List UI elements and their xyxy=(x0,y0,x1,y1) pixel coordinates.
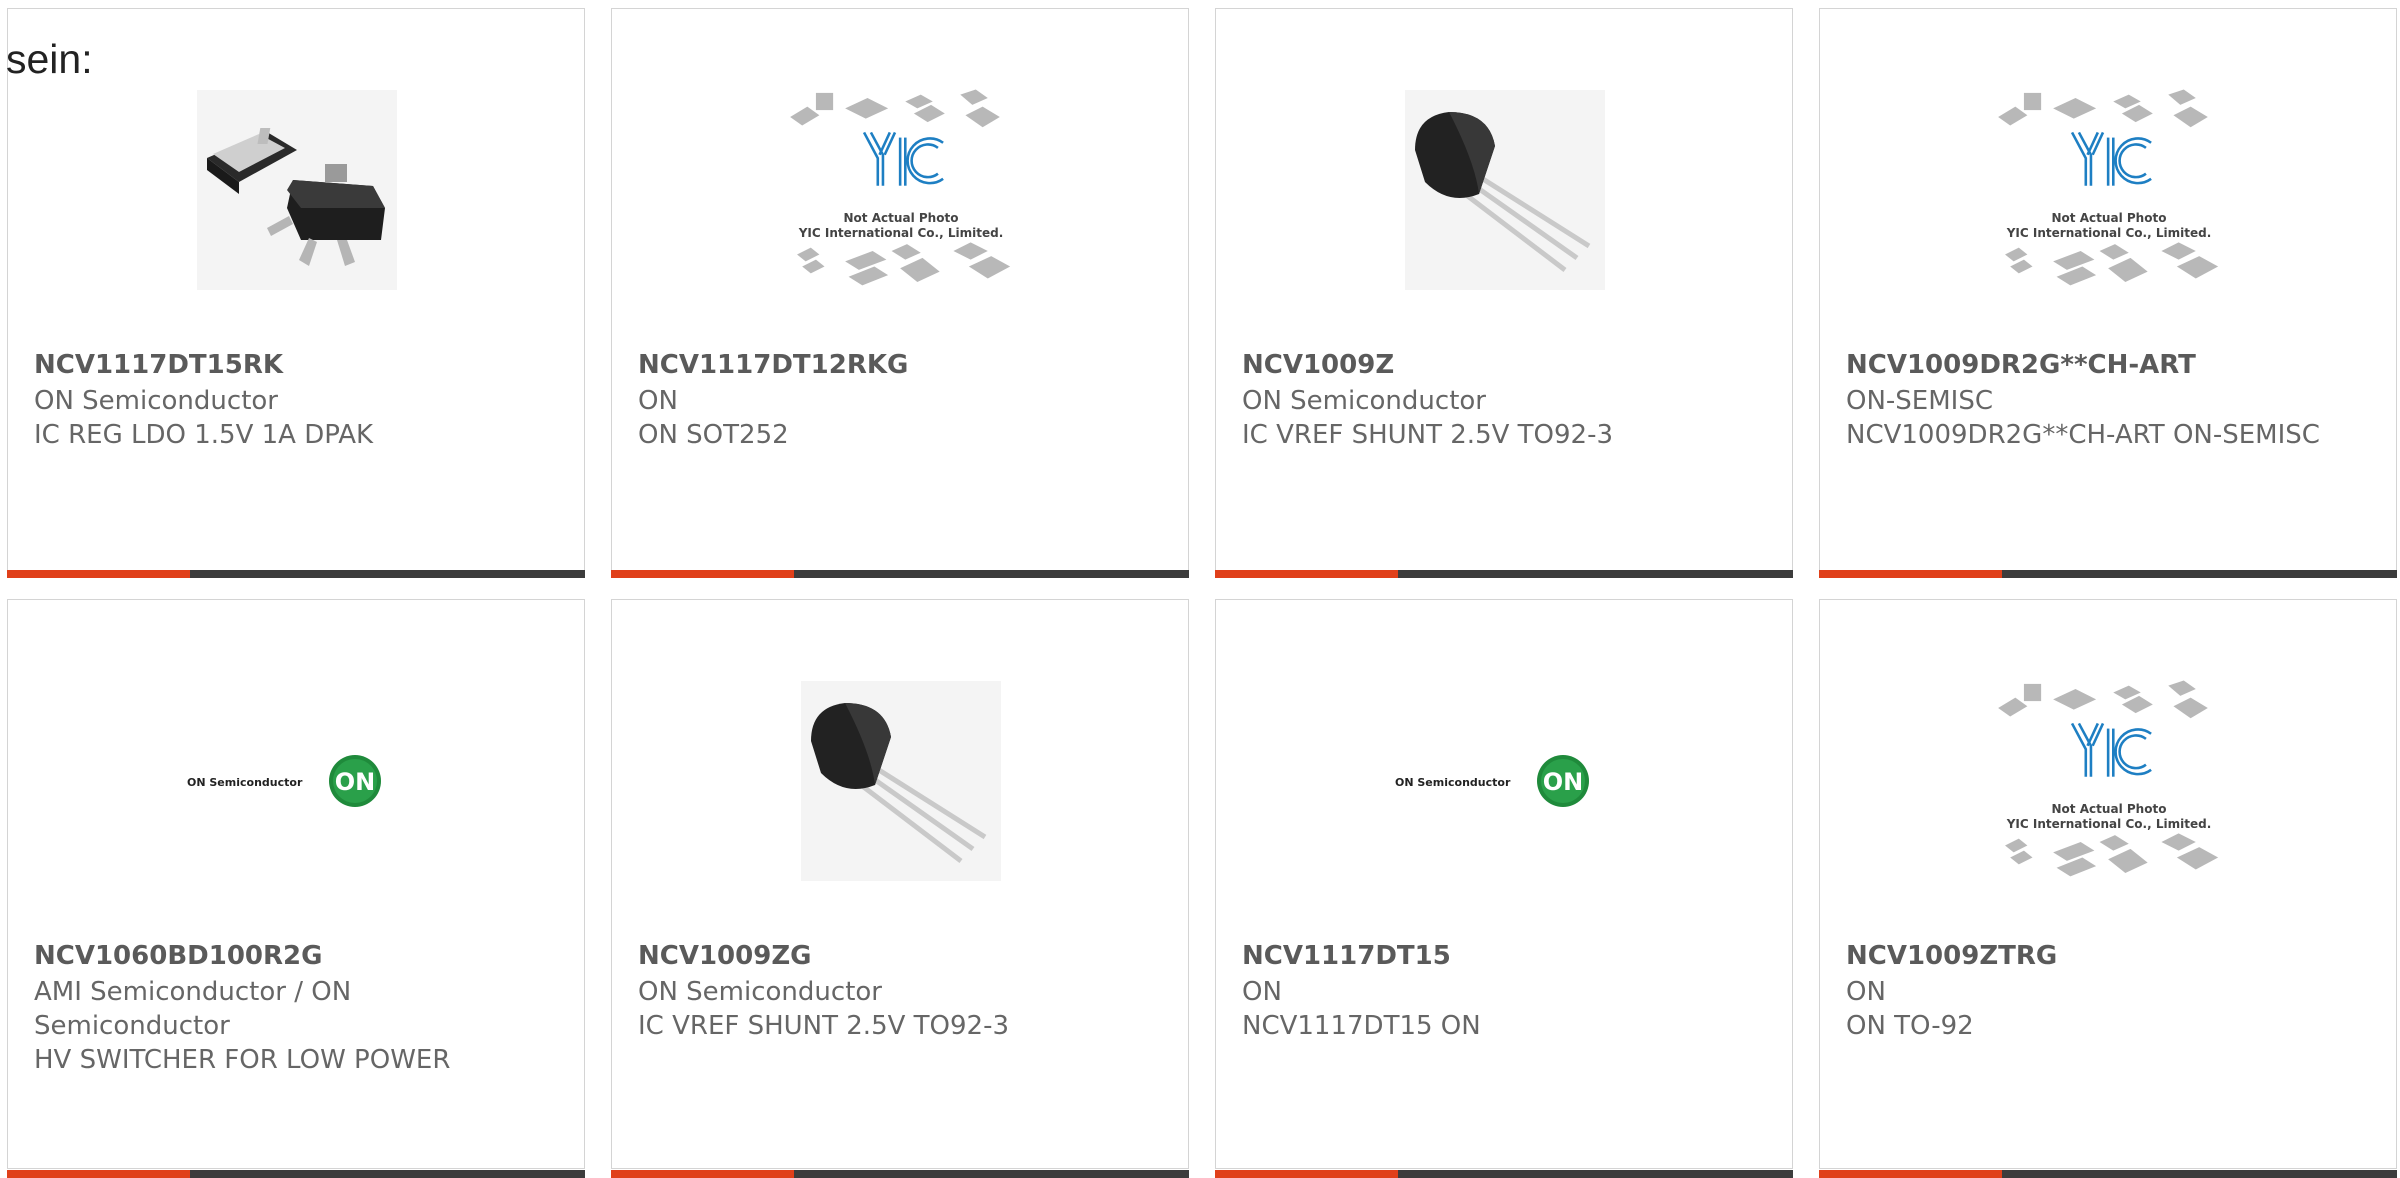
product-brand: ON xyxy=(1846,977,1886,1007)
product-part-number[interactable]: NCV1060BD100R2G xyxy=(34,941,322,971)
yic-placeholder-icon: Not Actual Photo YIC International Co., … xyxy=(790,89,1011,286)
on-semiconductor-logo-icon: ON Semiconductor ON xyxy=(1395,755,1589,807)
logo-brand-text: ON Semiconductor xyxy=(1395,776,1511,789)
on-semiconductor-logo-icon: ON Semiconductor ON xyxy=(187,755,381,807)
product-brand: ON Semiconductor xyxy=(638,977,882,1007)
card-accent-bar xyxy=(1215,570,1793,578)
dpak-package-icon xyxy=(197,90,397,290)
product-image-placeholder[interactable]: Not Actual Photo YIC International Co., … xyxy=(1993,74,2225,306)
yic-placeholder-icon: Not Actual Photo YIC International Co., … xyxy=(1998,680,2219,877)
product-description: IC VREF SHUNT 2.5V TO92-3 xyxy=(1242,420,1614,450)
product-description: NCV1117DT15 ON xyxy=(1242,1011,1481,1041)
product-brand: ON xyxy=(1242,977,1282,1007)
product-card[interactable]: Not Actual Photo YIC International Co., … xyxy=(611,8,1189,578)
product-card[interactable]: NCV1009ZG ON Semiconductor IC VREF SHUNT… xyxy=(611,599,1189,1178)
product-description: ON TO-92 xyxy=(1846,1011,1974,1041)
product-card[interactable]: NCV1009Z ON Semiconductor IC VREF SHUNT … xyxy=(1215,8,1793,578)
product-card[interactable]: Not Actual Photo YIC International Co., … xyxy=(1819,599,2397,1178)
product-description: NCV1009DR2G**CH-ART ON-SEMISC xyxy=(1846,420,2320,450)
product-part-number[interactable]: NCV1117DT15 xyxy=(1242,941,1451,971)
placeholder-caption-1: Not Actual Photo xyxy=(844,211,959,225)
card-accent-bar xyxy=(1819,1170,2397,1178)
product-image-logo[interactable]: ON Semiconductor ON xyxy=(181,665,413,897)
product-part-number[interactable]: NCV1009Z xyxy=(1242,350,1394,380)
product-card[interactable]: Not Actual Photo YIC International Co., … xyxy=(1819,8,2397,578)
product-part-number[interactable]: NCV1009ZG xyxy=(638,941,812,971)
product-part-number[interactable]: NCV1117DT15RK xyxy=(34,350,283,380)
product-part-number[interactable]: NCV1009DR2G**CH-ART xyxy=(1846,350,2196,380)
logo-brand-text: ON Semiconductor xyxy=(187,776,303,789)
product-description: HV SWITCHER FOR LOW POWER xyxy=(34,1045,451,1075)
card-accent-bar xyxy=(1215,1170,1793,1178)
product-image-placeholder[interactable]: Not Actual Photo YIC International Co., … xyxy=(785,74,1017,306)
product-description: IC VREF SHUNT 2.5V TO92-3 xyxy=(638,1011,1010,1041)
placeholder-caption-1: Not Actual Photo xyxy=(2052,802,2167,816)
product-brand: AMI Semiconductor / ON Semiconductor xyxy=(34,977,352,1041)
product-grid: NCV1117DT15RK ON Semiconductor IC REG LD… xyxy=(0,0,2400,1178)
card-accent-bar xyxy=(611,1170,1189,1178)
yic-placeholder-icon: Not Actual Photo YIC International Co., … xyxy=(1998,89,2219,286)
logo-badge-text: ON xyxy=(1543,768,1584,796)
product-image-placeholder[interactable]: Not Actual Photo YIC International Co., … xyxy=(1993,665,2225,897)
placeholder-caption-2: YIC International Co., Limited. xyxy=(2006,226,2212,240)
product-description: IC REG LDO 1.5V 1A DPAK xyxy=(34,420,374,450)
product-part-number[interactable]: NCV1117DT12RKG xyxy=(638,350,908,380)
product-brand: ON xyxy=(638,386,678,416)
placeholder-caption-1: Not Actual Photo xyxy=(2052,211,2167,225)
placeholder-caption-2: YIC International Co., Limited. xyxy=(2006,817,2212,831)
product-card[interactable]: ON Semiconductor ON NCV1060BD100R2G AMI … xyxy=(7,599,585,1178)
to92-package-icon xyxy=(1405,90,1605,290)
product-card[interactable]: NCV1117DT15RK ON Semiconductor IC REG LD… xyxy=(7,8,585,578)
product-description: ON SOT252 xyxy=(638,420,789,450)
card-accent-bar xyxy=(7,570,585,578)
to92-package-icon xyxy=(801,681,1001,881)
card-accent-bar xyxy=(611,570,1189,578)
product-image-to92[interactable] xyxy=(1389,74,1621,306)
product-image-dpak[interactable] xyxy=(181,74,413,306)
product-brand: ON Semiconductor xyxy=(1242,386,1486,416)
product-card[interactable]: ON Semiconductor ON NCV1117DT15 ON NCV11… xyxy=(1215,599,1793,1178)
intro-text: sein: xyxy=(6,36,93,82)
logo-badge-text: ON xyxy=(335,768,376,796)
placeholder-caption-2: YIC International Co., Limited. xyxy=(798,226,1004,240)
product-part-number[interactable]: NCV1009ZTRG xyxy=(1846,941,2057,971)
product-image-to92[interactable] xyxy=(785,665,1017,897)
product-brand: ON Semiconductor xyxy=(34,386,278,416)
card-accent-bar xyxy=(7,1170,585,1178)
product-image-logo[interactable]: ON Semiconductor ON xyxy=(1389,665,1621,897)
product-brand: ON-SEMISC xyxy=(1846,386,1993,416)
card-accent-bar xyxy=(1819,570,2397,578)
